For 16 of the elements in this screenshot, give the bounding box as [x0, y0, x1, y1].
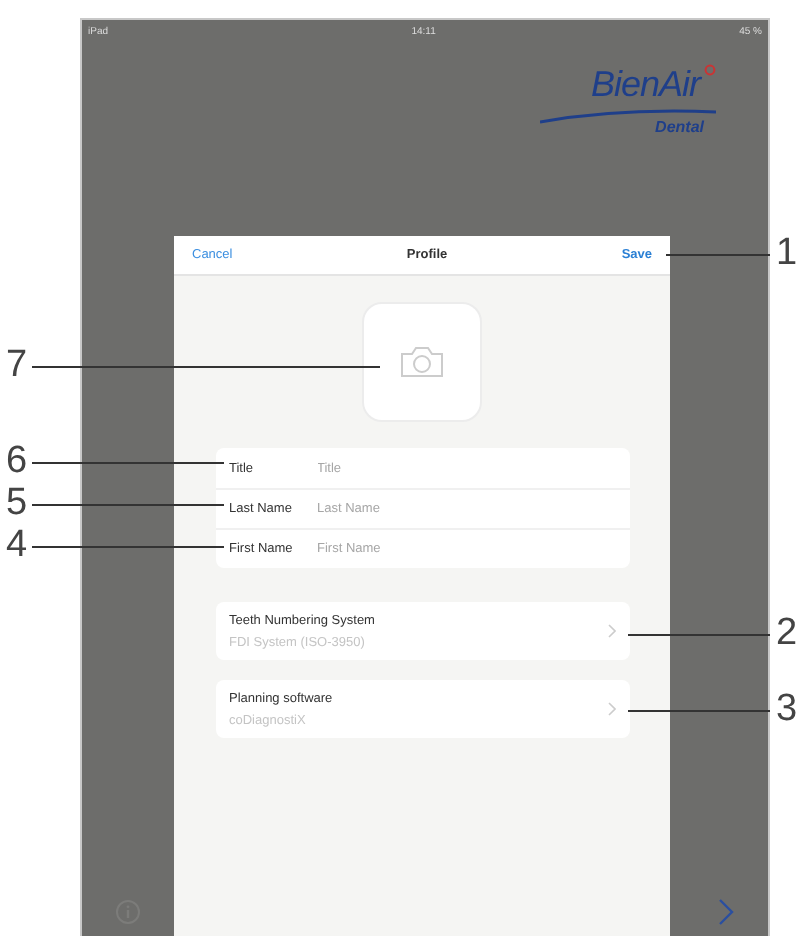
- photo-button[interactable]: [362, 302, 482, 422]
- leader-line: [628, 710, 770, 712]
- callout-number: 1: [776, 232, 798, 276]
- callout-number: 7: [6, 344, 28, 388]
- callout-number: 5: [6, 482, 28, 526]
- brand-logo: BienAir Dental: [540, 64, 716, 160]
- next-icon[interactable]: [718, 898, 734, 926]
- leader-line: [666, 254, 770, 256]
- callout-number: 2: [776, 612, 798, 656]
- camera-icon: [400, 346, 444, 378]
- chevron-icon: [607, 702, 615, 716]
- callout-number: 6: [6, 440, 28, 484]
- chevron-icon: [607, 624, 615, 638]
- leader-line: [628, 634, 770, 636]
- callout-number: 3: [776, 688, 798, 732]
- callout-number: 4: [6, 524, 28, 568]
